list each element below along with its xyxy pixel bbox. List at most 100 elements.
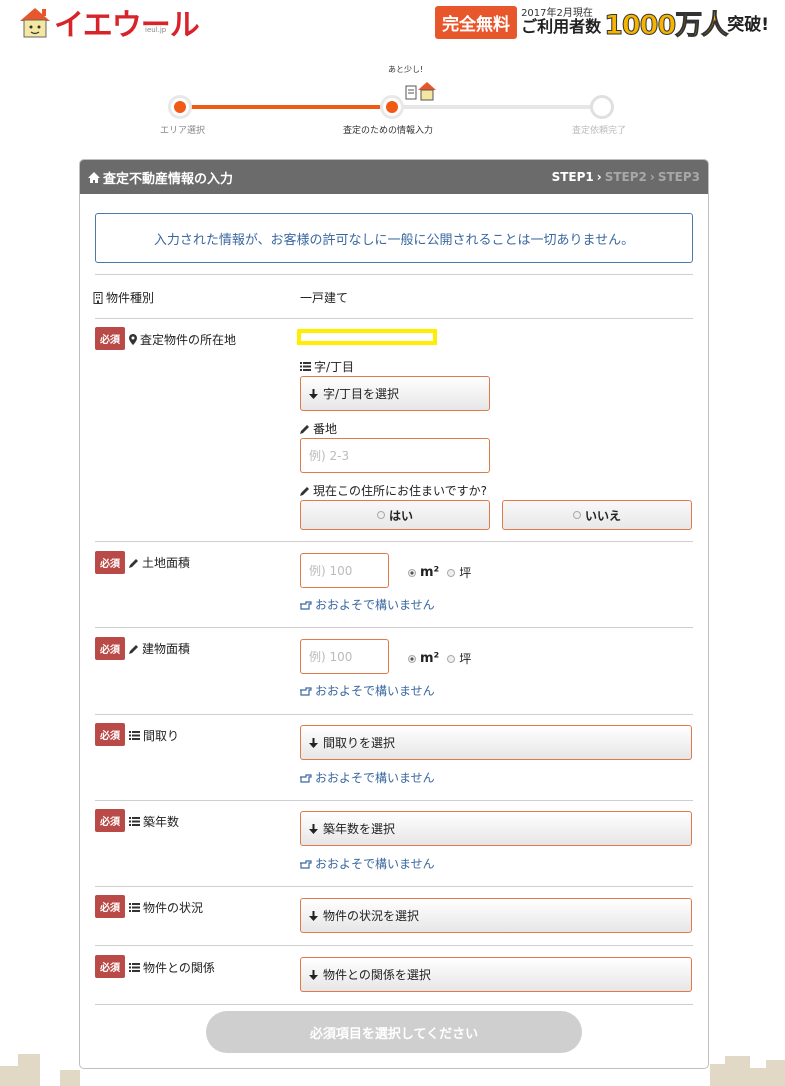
banchi-input[interactable]: 例) 2-3	[300, 438, 490, 473]
building-area-input[interactable]: 例) 100	[300, 639, 389, 674]
arrow-down-icon	[309, 969, 318, 980]
logo-text: イエウール	[54, 8, 200, 43]
required-badge: 必須	[95, 723, 125, 746]
hint-text: おおよそで構いません	[315, 684, 435, 698]
unit-tsubo-label: 坪	[459, 566, 472, 580]
hand-point-icon	[300, 686, 312, 696]
home-icon	[88, 171, 100, 183]
step-indicator: STEP1 › STEP2 › STEP3	[552, 170, 700, 184]
status-label: 物件の状況	[143, 901, 204, 915]
status-select[interactable]: 物件の状況を選択	[300, 898, 692, 933]
location-row: 必須 査定物件の所在地 字/丁目 字/丁目を選択 番地 例) 2-3 現在この住…	[95, 318, 693, 541]
property-type-value: 一戸建て	[300, 291, 349, 305]
land-area-unit: m² 坪	[408, 564, 471, 581]
address-display	[297, 329, 437, 345]
radio-icon	[376, 511, 385, 519]
city-skyline-decoration	[0, 1046, 785, 1086]
land-area-row: 必須 土地面積 例) 100 m² 坪 おおよそで構いません	[95, 541, 693, 627]
progress-steps: エリア選択 査定のための情報入力 査定依頼完了 あと少し!	[160, 60, 640, 140]
list-icon	[129, 903, 140, 912]
list-icon	[129, 817, 140, 826]
radio-m2[interactable]	[408, 654, 416, 663]
unit-m2-label: m²	[420, 651, 440, 666]
step3-label: STEP3	[657, 170, 700, 184]
age-select-label: 築年数を選択	[323, 822, 396, 836]
living-yes-button[interactable]: はい	[300, 500, 490, 530]
layout-label: 間取り	[143, 729, 180, 743]
panel-header: 査定不動産情報の入力 STEP1 › STEP2 › STEP3	[80, 160, 708, 194]
living-yes-label: はい	[388, 508, 413, 523]
step1-label: STEP1	[551, 170, 594, 184]
panel-title: 査定不動産情報の入力	[103, 171, 234, 187]
site-logo[interactable]: イエウール	[18, 3, 200, 43]
hint-text: おおよそで構いません	[315, 771, 435, 785]
living-no-label: いいえ	[584, 508, 621, 523]
free-badge: 完全無料	[435, 5, 518, 39]
age-row: 必須 築年数 築年数を選択 おおよそで構いません	[95, 800, 693, 886]
almost-done-bubble: あと少し!	[388, 65, 424, 74]
promo-users-label: ご利用者数	[521, 17, 602, 36]
promo-banner: 完全無料 2017年2月現在 ご利用者数 1000万人 突破!	[435, 4, 769, 41]
property-form-panel: 査定不動産情報の入力 STEP1 › STEP2 › STEP3 入力された情報…	[79, 159, 709, 1069]
location-label: 査定物件の所在地	[140, 333, 237, 347]
living-question-label: 現在この住所にお住まいですか?	[313, 484, 488, 498]
building-icon	[93, 291, 103, 304]
list-icon	[129, 963, 140, 972]
building-area-row: 必須 建物面積 例) 100 m² 坪 おおよそで構いません	[95, 627, 693, 714]
layout-row: 必須 間取り 間取りを選択 おおよそで構いません	[95, 714, 693, 800]
house-logo-icon	[18, 5, 52, 39]
building-area-hint: おおよそで構いません	[300, 682, 435, 699]
step-separator: ›	[649, 170, 655, 184]
layout-select[interactable]: 間取りを選択	[300, 725, 692, 760]
chome-label: 字/丁目	[314, 360, 355, 374]
hint-text: おおよそで構いません	[315, 598, 435, 612]
logo-sub-domain: ieul.jp	[145, 26, 167, 34]
required-badge: 必須	[95, 327, 125, 350]
unit-tsubo-label: 坪	[459, 652, 472, 666]
chome-select[interactable]: 字/丁目を選択	[300, 376, 490, 411]
land-area-label: 土地面積	[142, 556, 191, 570]
promo-number: 1000万人	[604, 9, 729, 41]
pencil-icon	[129, 558, 139, 568]
required-badge: 必須	[95, 809, 125, 832]
arrow-down-icon	[309, 388, 318, 399]
building-area-unit: m² 坪	[408, 650, 471, 667]
relation-row: 必須 物件との関係 物件との関係を選択	[95, 945, 693, 1005]
age-hint: おおよそで構いません	[300, 855, 435, 872]
step-label-3: 査定依頼完了	[572, 126, 627, 136]
required-badge: 必須	[95, 895, 125, 918]
layout-select-label: 間取りを選択	[323, 736, 396, 750]
living-no-button[interactable]: いいえ	[502, 500, 692, 530]
radio-tsubo[interactable]	[447, 654, 456, 663]
progress-dot-3	[590, 95, 614, 119]
relation-select[interactable]: 物件との関係を選択	[300, 957, 692, 992]
arrow-down-icon	[309, 910, 318, 921]
progress-dot-2	[380, 95, 404, 119]
required-badge: 必須	[95, 551, 125, 574]
arrow-down-icon	[309, 823, 318, 834]
property-type-label: 物件種別	[106, 291, 155, 305]
pencil-icon	[300, 424, 310, 434]
land-area-input[interactable]: 例) 100	[300, 553, 389, 588]
radio-tsubo[interactable]	[447, 568, 456, 577]
hint-text: おおよそで構いません	[315, 857, 435, 871]
chome-select-label: 字/丁目を選択	[323, 387, 400, 401]
radio-icon	[572, 511, 581, 519]
step-label-2: 査定のための情報入力	[343, 126, 434, 136]
status-row: 必須 物件の状況 物件の状況を選択	[95, 886, 693, 945]
site-header: イエウール ieul.jp 完全無料 2017年2月現在 ご利用者数 1000万…	[0, 0, 785, 46]
pencil-icon	[300, 486, 310, 496]
map-marker-icon	[129, 334, 137, 345]
land-area-hint: おおよそで構いません	[300, 596, 435, 613]
age-select[interactable]: 築年数を選択	[300, 811, 692, 846]
relation-select-label: 物件との関係を選択	[323, 968, 431, 982]
step-separator: ›	[596, 170, 602, 184]
hand-point-icon	[300, 859, 312, 869]
privacy-notice: 入力された情報が、お客様の許可なしに一般に公開されることは一切ありません。	[95, 213, 693, 263]
banchi-label: 番地	[313, 422, 338, 436]
age-label: 築年数	[143, 815, 180, 829]
list-icon	[129, 731, 140, 740]
radio-m2[interactable]	[408, 568, 416, 577]
promo-end: 突破!	[727, 14, 769, 35]
required-badge: 必須	[95, 637, 125, 660]
